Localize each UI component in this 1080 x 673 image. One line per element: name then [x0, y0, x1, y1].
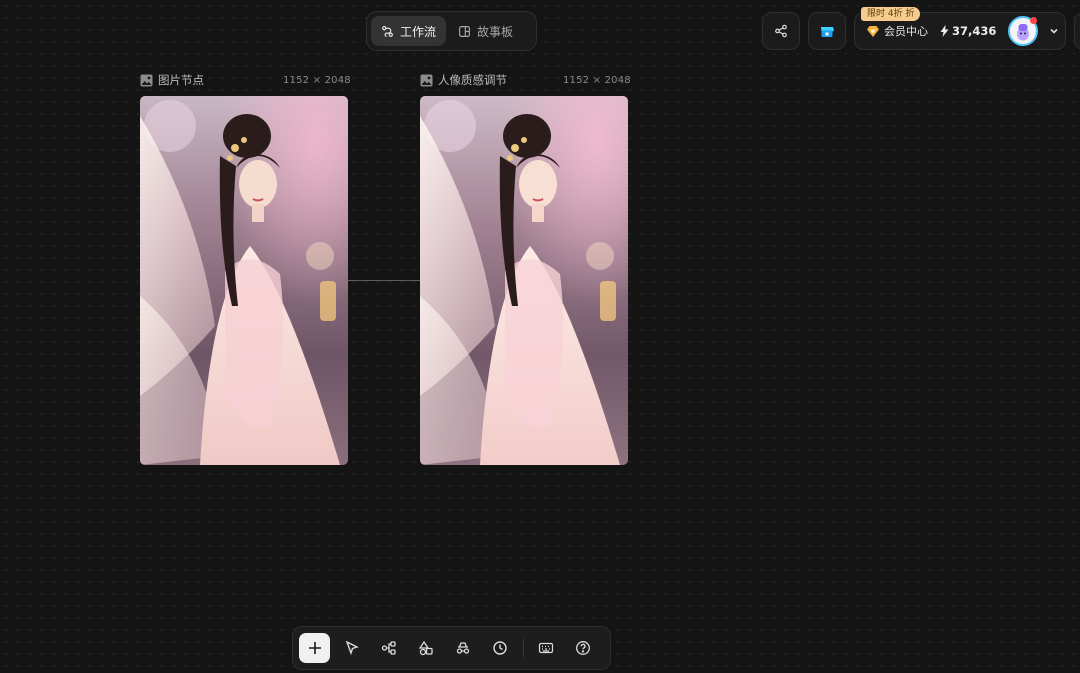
- select-tool-button[interactable]: [336, 633, 367, 663]
- node-graph-button[interactable]: [373, 633, 404, 663]
- history-button[interactable]: [484, 633, 515, 663]
- chevron-down-icon: [1050, 28, 1058, 34]
- account-menu-toggle[interactable]: [1048, 25, 1060, 37]
- points-value: 37,436: [952, 24, 997, 38]
- promo-badge: 限时 4折 折: [861, 7, 921, 21]
- history-icon: [493, 641, 507, 655]
- tab-storyboard-label: 故事板: [477, 24, 514, 39]
- help-button[interactable]: [567, 633, 598, 663]
- notification-dot: [1030, 17, 1038, 24]
- avatar[interactable]: [1008, 16, 1039, 46]
- node-1-dimensions: 1152 × 2048: [283, 74, 351, 86]
- image-icon: [140, 74, 153, 86]
- points-balance: 37,436: [940, 24, 996, 38]
- tab-workflow[interactable]: 工作流: [371, 16, 447, 46]
- node-connector: [348, 280, 420, 281]
- node-2-header: 人像质感调节: [420, 72, 507, 88]
- storyboard-icon: [459, 25, 470, 37]
- node-graph-icon: [381, 641, 396, 655]
- vip-diamond-icon: [867, 25, 879, 37]
- bottom-toolbar: [292, 626, 611, 670]
- store-icon: [821, 27, 834, 37]
- node-2-dimensions: 1152 × 2048: [563, 74, 631, 86]
- node-2-image[interactable]: [420, 96, 628, 465]
- tab-workflow-label: 工作流: [400, 24, 437, 39]
- add-node-button[interactable]: [299, 633, 331, 663]
- store-button[interactable]: [808, 12, 846, 50]
- share-icon: [775, 24, 787, 38]
- share-button[interactable]: [762, 12, 800, 50]
- incognito-icon: [456, 642, 469, 654]
- panel-toggle-button[interactable]: [1074, 12, 1080, 50]
- node-2-title: 人像质感调节: [438, 73, 507, 87]
- incognito-button[interactable]: [447, 633, 478, 663]
- keyboard-shortcuts-button[interactable]: [530, 633, 561, 663]
- toolbar-divider: [523, 639, 524, 657]
- keyboard-icon: [538, 642, 553, 654]
- node-1-title: 图片节点: [158, 73, 204, 87]
- tab-storyboard[interactable]: 故事板: [448, 16, 523, 46]
- shapes-tool-button[interactable]: [410, 633, 441, 663]
- member-center-link[interactable]: 会员中心: [866, 23, 928, 39]
- shapes-icon: [418, 640, 433, 656]
- image-icon: [420, 74, 433, 86]
- mode-switch: 工作流 故事板: [366, 11, 537, 51]
- member-center-label: 会员中心: [884, 25, 928, 38]
- cursor-icon: [345, 640, 359, 656]
- workflow-icon: [382, 25, 393, 37]
- node-1-header: 图片节点: [140, 72, 204, 88]
- node-1-image[interactable]: [140, 96, 348, 465]
- help-icon: [575, 641, 590, 655]
- lightning-icon: [940, 25, 949, 37]
- plus-icon: [308, 642, 321, 654]
